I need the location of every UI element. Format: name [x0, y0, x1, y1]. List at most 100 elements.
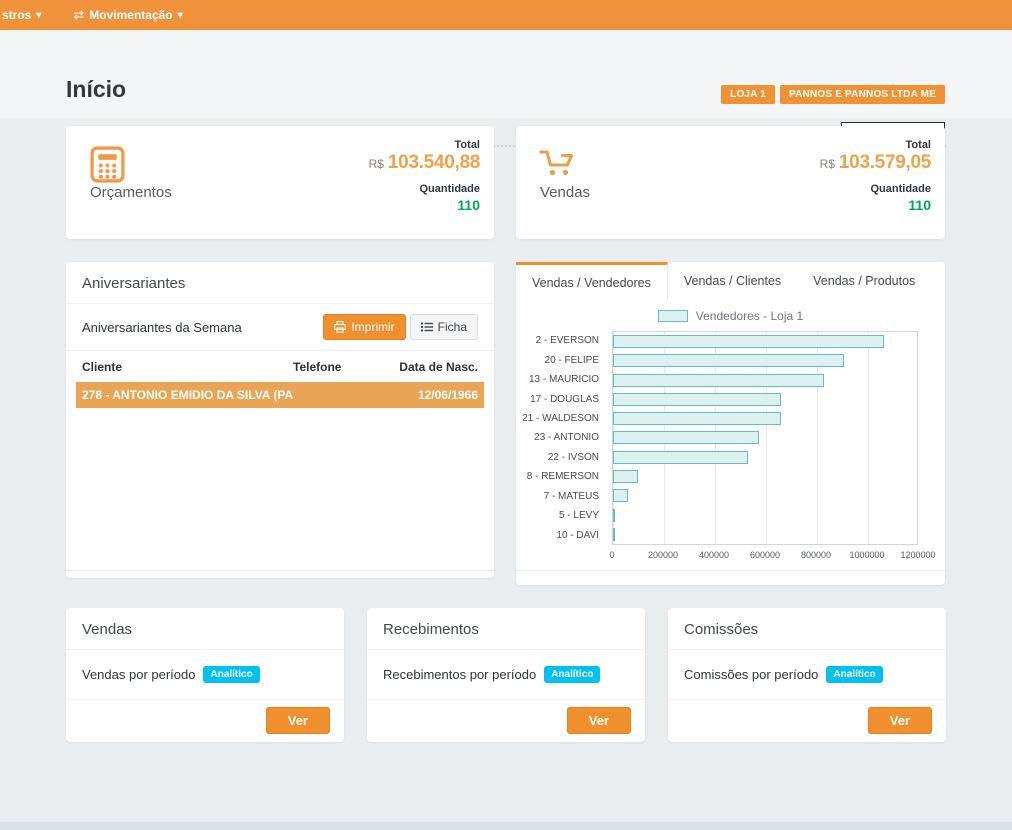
footer-strip	[0, 822, 1012, 830]
aniversariantes-card: Aniversariantes Aniversariantes da Seman…	[66, 262, 494, 578]
bar	[613, 374, 824, 387]
comissoes-report-card: Comissões Comissões por período Analític…	[668, 608, 946, 742]
total-label: Total	[369, 139, 480, 151]
caret-down-icon: ▾	[36, 10, 41, 21]
bar-row	[613, 486, 917, 505]
legend-label: Vendedores - Loja 1	[696, 309, 803, 323]
orcamentos-title: Orçamentos	[90, 184, 172, 201]
recebimentos-report-body: Recebimentos por período	[383, 667, 536, 682]
x-tick-label: 1200000	[900, 550, 935, 560]
cell-cliente: 278 - ANTONIO EMIDIO DA SILVA (PALE…	[82, 388, 293, 402]
card-footer-divider	[66, 570, 494, 571]
x-tick-label: 0	[609, 550, 614, 560]
bar-row	[613, 409, 917, 428]
category-label: 2 - EVERSON	[516, 331, 606, 350]
currency-symbol: R$	[820, 157, 835, 171]
category-label: 17 - DOUGLAS	[516, 389, 606, 408]
category-label: 5 - LEVY	[516, 506, 606, 525]
caret-down-icon: ▾	[178, 10, 183, 21]
category-label: 20 - FELIPE	[516, 350, 606, 369]
category-label: 10 - DAVI	[516, 526, 606, 545]
vendas-report-card: Vendas Vendas por período Analítico Ver	[66, 608, 344, 742]
tab-vendas-produtos[interactable]: Vendas / Produtos	[797, 262, 931, 300]
bar	[613, 335, 884, 348]
bar	[613, 528, 615, 541]
recebimentos-report-title: Recebimentos	[367, 608, 645, 650]
table-row[interactable]: 278 - ANTONIO EMIDIO DA SILVA (PALE… 12/…	[76, 382, 484, 408]
ver-button[interactable]: Ver	[868, 707, 932, 734]
aniversariantes-toolbar: Aniversariantes da Semana Imprimir	[66, 304, 494, 351]
page-title: Início	[66, 76, 126, 103]
analitico-badge: Analítico	[544, 666, 600, 683]
nav-item-cadastros[interactable]: stros ▾	[0, 0, 43, 30]
imprimir-button-label: Imprimir	[351, 320, 394, 334]
vendas-title: Vendas	[540, 184, 590, 201]
imprimir-button[interactable]: Imprimir	[323, 314, 405, 340]
vendas-quantity-value: 110	[820, 197, 931, 213]
x-tick-label: 200000	[648, 550, 678, 560]
cell-data-nasc: 12/06/1966	[378, 388, 478, 402]
tab-vendas-vendedores[interactable]: Vendas / Vendedores	[516, 262, 668, 300]
dashboard-page: stros ▾ ⇄ Movimentação ▾ Início LOJA 1 P…	[0, 0, 1012, 830]
currency-symbol: R$	[369, 157, 384, 171]
chart-x-axis: 020000040000060000080000010000001200000	[612, 550, 918, 562]
x-tick-label: 1000000	[849, 550, 884, 560]
exchange-icon: ⇄	[73, 7, 84, 23]
ficha-button[interactable]: Ficha	[410, 314, 478, 340]
vendas-total-value: 103.579,05	[839, 152, 931, 173]
category-label: 7 - MATEUS	[516, 487, 606, 506]
category-label: 22 - IVSON	[516, 448, 606, 467]
legend-swatch	[658, 310, 688, 322]
ver-button[interactable]: Ver	[567, 707, 631, 734]
bar-row	[613, 448, 917, 467]
vendas-report-body: Vendas por período	[82, 667, 195, 682]
category-label: 13 - MAURICIO	[516, 370, 606, 389]
chart-bars	[613, 332, 917, 544]
orcamentos-quantity-value: 110	[369, 197, 480, 213]
chart-category-axis: 2 - EVERSON20 - FELIPE13 - MAURICIO17 - …	[516, 331, 606, 545]
x-tick-label: 400000	[699, 550, 729, 560]
recebimentos-report-card: Recebimentos Recebimentos por período An…	[367, 608, 645, 742]
bar	[613, 451, 748, 464]
chart-legend: Vendedores - Loja 1	[516, 309, 945, 323]
bar	[613, 489, 628, 502]
table-header-row: Cliente Telefone Data de Nasc.	[76, 351, 484, 382]
nav-item-movimentacao[interactable]: ⇄ Movimentação ▾	[71, 0, 184, 30]
category-label: 23 - ANTONIO	[516, 428, 606, 447]
category-label: 8 - REMERSON	[516, 467, 606, 486]
page-header: Início LOJA 1 PANNOS E PANNOS LTDA ME Qu…	[0, 30, 1012, 118]
column-telefone: Telefone	[293, 360, 378, 374]
analitico-badge: Analítico	[203, 666, 259, 683]
comissoes-report-title: Comissões	[668, 608, 946, 650]
bar-row	[613, 505, 917, 524]
company-badge: PANNOS E PANNOS LTDA ME	[780, 85, 945, 104]
bar	[613, 509, 615, 522]
comissoes-report-body: Comissões por período	[684, 667, 818, 682]
bar	[613, 470, 638, 483]
bar-row	[613, 351, 917, 370]
orcamentos-total-value: 103.540,88	[388, 152, 480, 173]
ver-button[interactable]: Ver	[266, 707, 330, 734]
calculator-icon	[89, 146, 126, 183]
list-icon	[421, 322, 433, 332]
bar-row	[613, 428, 917, 447]
column-cliente: Cliente	[82, 360, 293, 374]
store-badges: LOJA 1 PANNOS E PANNOS LTDA ME	[721, 85, 945, 104]
chart-tabs: Vendas / Vendedores Vendas / Clientes Ve…	[516, 262, 945, 300]
bar-row	[613, 332, 917, 351]
vendas-card: Vendas Total R$103.579,05 Quantidade 110	[516, 126, 945, 239]
vendas-stats: Total R$103.579,05 Quantidade 110	[820, 139, 931, 213]
aniversariantes-card-title: Aniversariantes	[66, 262, 494, 304]
printer-icon	[334, 321, 346, 333]
bar-row	[613, 525, 917, 544]
vendas-report-title: Vendas	[66, 608, 344, 650]
tab-vendas-clientes[interactable]: Vendas / Clientes	[668, 262, 797, 300]
chart-plot-area	[612, 331, 918, 545]
store-badge: LOJA 1	[721, 85, 775, 104]
quantity-label: Quantidade	[820, 183, 931, 195]
ficha-button-label: Ficha	[438, 320, 467, 334]
card-footer-divider	[516, 570, 945, 571]
x-tick-label: 800000	[801, 550, 831, 560]
column-data-nasc: Data de Nasc.	[378, 360, 478, 374]
bar	[613, 412, 781, 425]
